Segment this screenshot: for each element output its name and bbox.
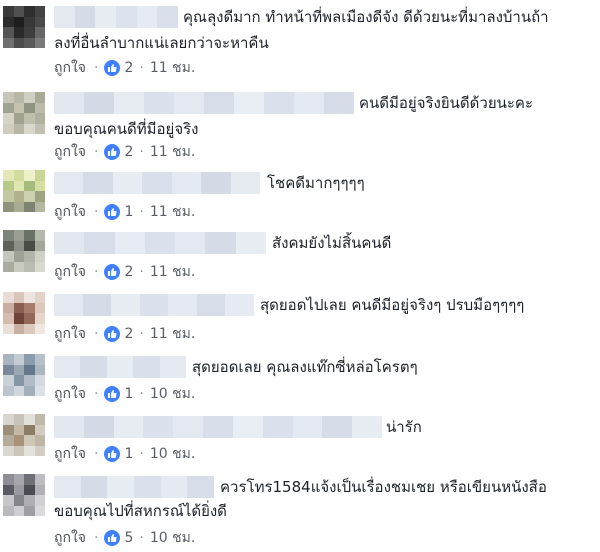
separator-dot: · [139,446,144,462]
like-thumb-icon[interactable] [104,446,121,462]
like-count[interactable]: 2 [124,144,133,160]
comment-text: โชคดีมากๆๆๆๆ [267,174,365,192]
comment-meta: ถูกใจ · 2 · 11 ชม. [54,324,195,344]
separator-dot: · [139,144,144,160]
commenter-name-redacted[interactable] [54,294,254,316]
timestamp[interactable]: 10 ชม. [150,443,195,465]
like-thumb-icon[interactable] [104,386,121,402]
comment-item: น่ารัก ถูกใจ · 1 · 10 ชม. [0,410,600,466]
comment-meta: ถูกใจ · 2 · 11 ชม. [54,142,195,162]
commenter-name-redacted[interactable] [54,172,260,194]
comment-text: สังคมยังไม่สิ้นคนดี [272,234,392,252]
separator-dot: · [94,60,99,76]
commenter-name-redacted[interactable] [54,476,214,498]
timestamp[interactable]: 11 ชม. [150,323,195,345]
separator-dot: · [94,264,99,280]
like-count[interactable]: 1 [124,446,133,462]
like-link[interactable]: ถูกใจ [54,383,86,405]
avatar[interactable] [3,474,45,516]
avatar[interactable] [3,414,45,456]
comment-text: น่ารัก [386,418,422,436]
comment-text: คนดีมีอยู่จริงยินดีด้วยนะคะ [359,94,534,112]
separator-dot: · [94,446,99,462]
like-count[interactable]: 2 [124,60,133,76]
separator-dot: · [94,326,99,342]
separator-dot: · [94,530,99,546]
comment-text: สุดยอดเลย คุณลงแท๊กซี่หล่อโครตๆ [192,358,418,376]
comment-meta: ถูกใจ · 2 · 11 ชม. [54,262,195,282]
separator-dot: · [139,264,144,280]
comment-item: โชคดีมากๆๆๆๆ ถูกใจ · 1 · 11 ชม. [0,166,600,222]
timestamp[interactable]: 10 ชม. [150,383,195,405]
like-link[interactable]: ถูกใจ [54,141,86,163]
comment-text: ขอบคุณคนดีที่มีอยู่จริง [54,120,199,138]
like-link[interactable]: ถูกใจ [54,443,86,465]
avatar[interactable] [3,6,45,48]
commenter-name-redacted[interactable] [54,356,186,378]
like-thumb-icon[interactable] [104,264,121,280]
separator-dot: · [94,204,99,220]
comment-text: คุณลุงดีมาก ทำหน้าที่พลเมืองดีจัง ดีด้วย… [183,8,549,26]
separator-dot: · [94,144,99,160]
commenter-name-redacted[interactable] [54,232,266,254]
like-link[interactable]: ถูกใจ [54,57,86,79]
comment-item: สุดยอดไปเลย คนดีมีอยู่จริงๆ ปรบมือๆๆๆๆ ถ… [0,288,600,346]
like-thumb-icon[interactable] [104,326,121,342]
like-count[interactable]: 5 [124,530,133,546]
timestamp[interactable]: 11 ชม. [150,261,195,283]
like-count[interactable]: 2 [124,264,133,280]
comment-text: ขอบคุณไปที่สหกรณ์ได้ยิ่งดี [54,502,227,520]
like-link[interactable]: ถูกใจ [54,261,86,283]
like-thumb-icon[interactable] [104,144,121,160]
like-thumb-icon[interactable] [104,204,121,220]
avatar[interactable] [3,230,45,272]
commenter-name-redacted[interactable] [54,6,178,28]
comment-meta: ถูกใจ · 1 · 10 ชม. [54,384,195,404]
like-link[interactable]: ถูกใจ [54,527,86,549]
commenter-name-redacted[interactable] [54,92,354,114]
comment-text: ลงที่อื่นลำบากแน่เลยกว่าจะหาคืน [54,34,269,52]
comment-text: ควรโทร1584แจ้งเป็นเรื่องชมเชย หรือเขียนห… [220,478,547,496]
like-count[interactable]: 2 [124,326,133,342]
like-count[interactable]: 1 [124,204,133,220]
avatar[interactable] [3,292,45,334]
comment-meta: ถูกใจ · 5 · 10 ชม. [54,528,195,548]
timestamp[interactable]: 10 ชม. [150,527,195,549]
separator-dot: · [94,386,99,402]
separator-dot: · [139,60,144,76]
comment-text: สุดยอดไปเลย คนดีมีอยู่จริงๆ ปรบมือๆๆๆๆ [260,296,525,314]
comment-item: สุดยอดเลย คุณลงแท๊กซี่หล่อโครตๆ ถูกใจ · … [0,350,600,406]
separator-dot: · [139,204,144,220]
avatar[interactable] [3,92,45,134]
like-thumb-icon[interactable] [104,530,121,546]
timestamp[interactable]: 11 ชม. [150,141,195,163]
separator-dot: · [139,530,144,546]
like-thumb-icon[interactable] [104,60,121,76]
like-link[interactable]: ถูกใจ [54,201,86,223]
commenter-name-redacted[interactable] [54,416,382,438]
comment-item: ควรโทร1584แจ้งเป็นเรื่องชมเชย หรือเขียนห… [0,470,600,552]
comment-meta: ถูกใจ · 1 · 10 ชม. [54,444,195,464]
timestamp[interactable]: 11 ชม. [150,201,195,223]
like-count[interactable]: 1 [124,386,133,402]
comment-item: คุณลุงดีมาก ทำหน้าที่พลเมืองดีจัง ดีด้วย… [0,0,600,88]
comment-item: คนดีมีอยู่จริงยินดีด้วยนะคะ ขอบคุณคนดีที… [0,88,600,164]
separator-dot: · [139,386,144,402]
avatar[interactable] [3,354,45,396]
like-link[interactable]: ถูกใจ [54,323,86,345]
separator-dot: · [139,326,144,342]
avatar[interactable] [3,170,45,212]
comment-item: สังคมยังไม่สิ้นคนดี ถูกใจ · 2 · 11 ชม. [0,226,600,284]
comment-meta: ถูกใจ · 1 · 11 ชม. [54,202,195,222]
timestamp[interactable]: 11 ชม. [150,57,195,79]
comment-meta: ถูกใจ · 2 · 11 ชม. [54,58,195,78]
